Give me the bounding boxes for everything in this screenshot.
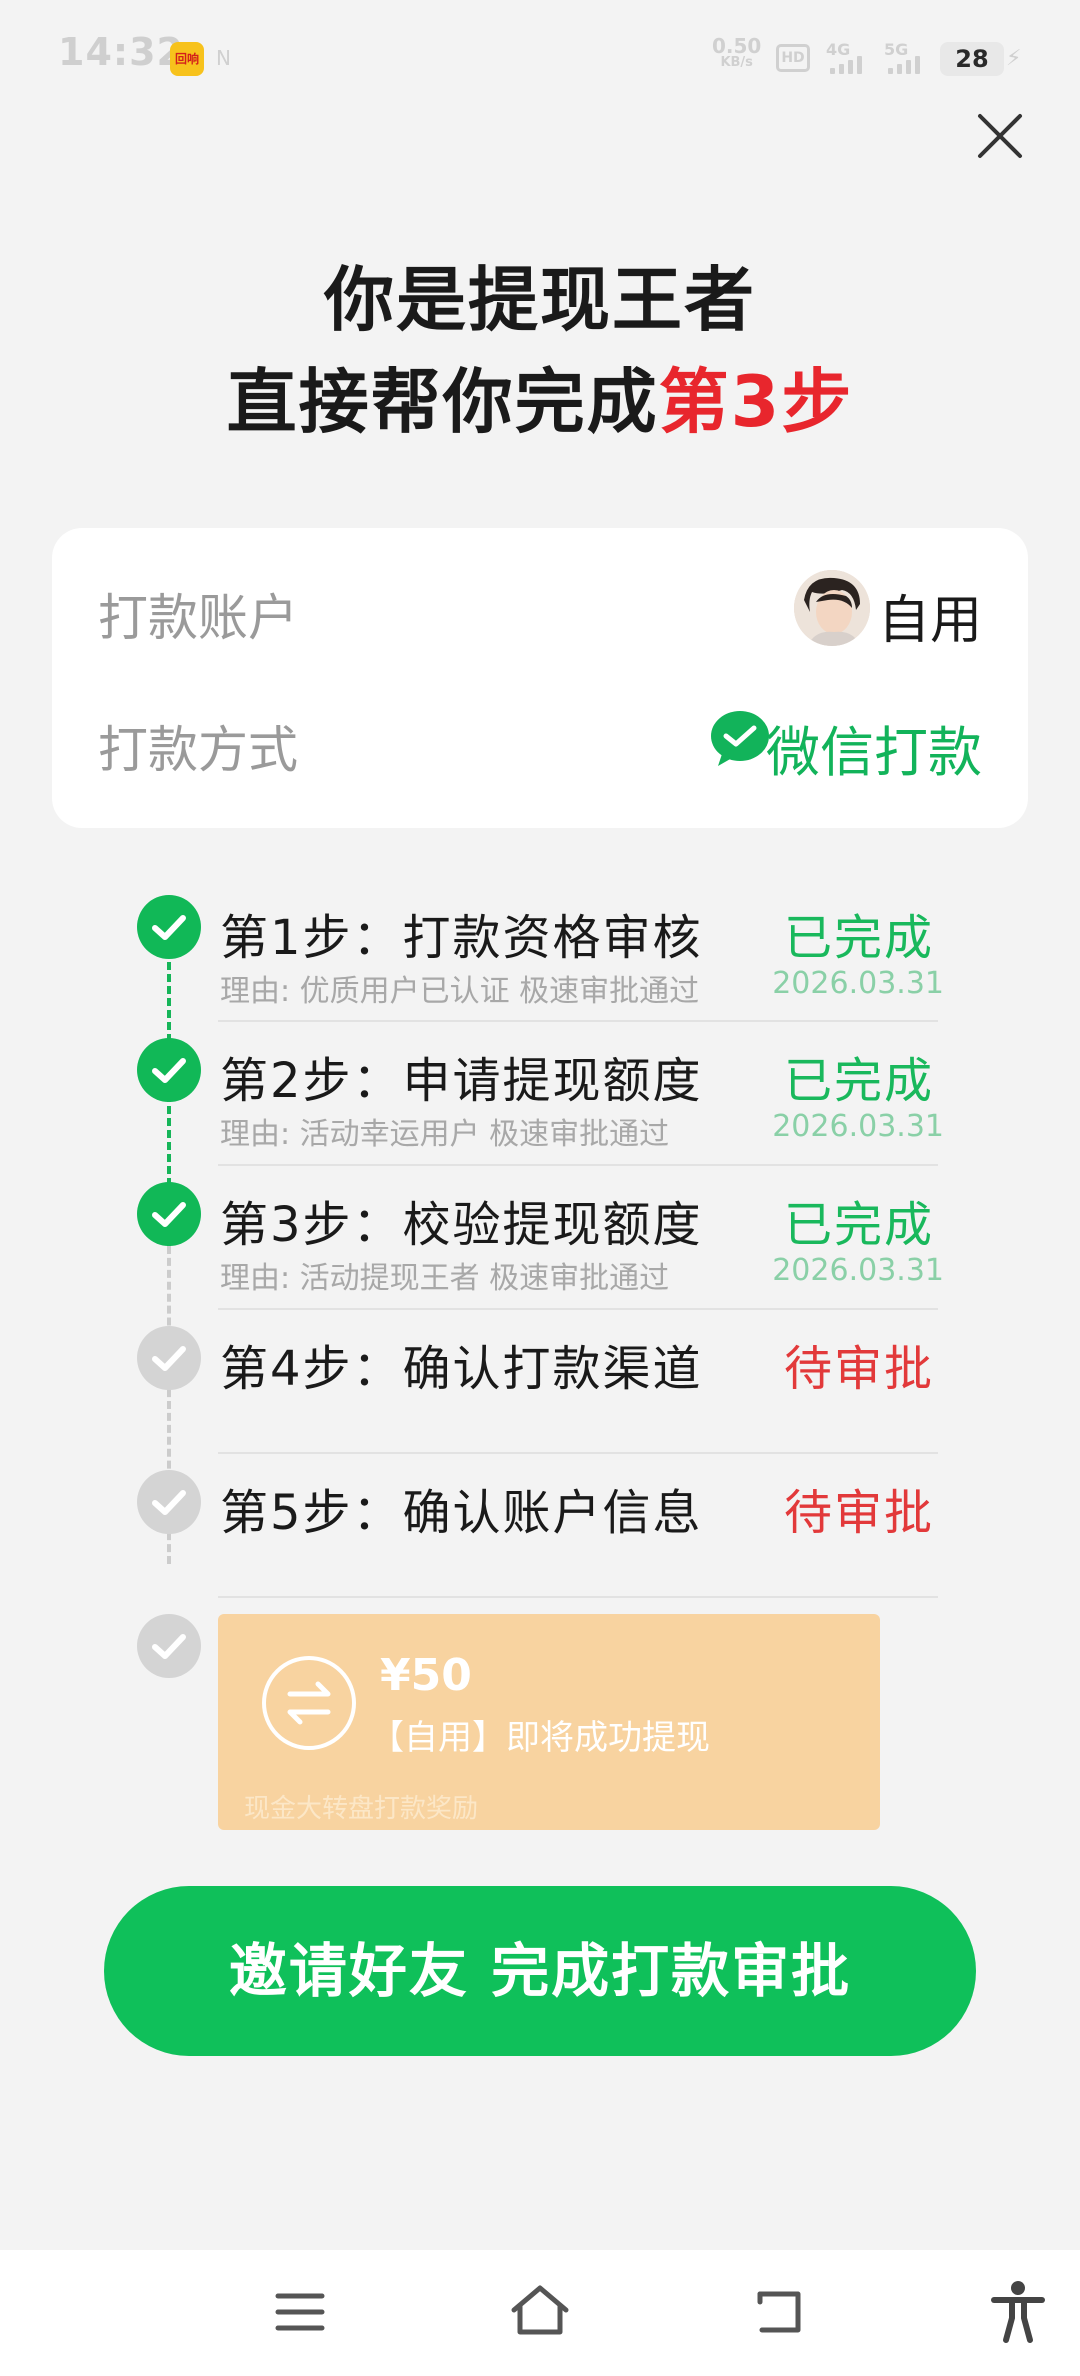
close-button[interactable] — [972, 108, 1028, 164]
status-time: 14:32 — [58, 30, 184, 74]
step-divider — [218, 1596, 938, 1598]
step-2-reason: 理由: 活动幸运用户 极速审批通过 — [220, 1117, 670, 1152]
payment-method-value: 微信打款 — [766, 721, 982, 784]
reward-text: 【自用】即将成功提现 — [370, 1718, 710, 1758]
page-title: 你是提现王者 — [324, 259, 756, 341]
step-3-date: 2026.03.31 — [772, 1253, 944, 1288]
subtitle-prefix: 直接帮你完成 — [226, 361, 659, 443]
back-button[interactable] — [740, 2272, 820, 2352]
step-1-title: 第1步：打款资格审核 — [220, 910, 703, 966]
back-icon — [757, 2291, 801, 2333]
exchange-icon — [262, 1656, 356, 1750]
step-2-title: 第2步：申请提现额度 — [220, 1053, 703, 1109]
system-nav-bar — [0, 2250, 1080, 2376]
step-final-check-icon — [137, 1614, 201, 1678]
accessibility-button[interactable] — [978, 2272, 1058, 2352]
step-4-title: 第4步：确认打款渠道 — [220, 1341, 703, 1397]
app-notification-icon: 回响 — [170, 42, 204, 76]
step-divider — [218, 1020, 938, 1022]
accessibility-icon — [991, 2281, 1045, 2343]
reward-amount: ¥50 — [380, 1650, 472, 1701]
invite-friends-button[interactable]: 邀请好友 完成打款审批 — [104, 1886, 976, 2056]
step-divider — [218, 1308, 938, 1310]
step-3-reason: 理由: 活动提现王者 极速审批通过 — [220, 1261, 670, 1296]
step-3-status: 已完成 — [783, 1197, 934, 1253]
account-label: 打款账户 — [98, 589, 298, 647]
close-icon — [978, 114, 1022, 158]
step-4-status: 待审批 — [783, 1341, 934, 1397]
step-2-status: 已完成 — [783, 1053, 934, 1109]
avatar — [794, 570, 870, 646]
menu-icon — [275, 2293, 325, 2331]
step-3-title: 第3步：校验提现额度 — [220, 1197, 703, 1253]
step-5-check-icon — [137, 1470, 201, 1534]
reward-card: ¥50 【自用】即将成功提现 现金大转盘打款奖励 — [218, 1614, 880, 1830]
hd-icon: HD — [776, 44, 810, 72]
net-speed-unit: KB/s — [720, 55, 753, 70]
payment-info-card: 打款账户 自用 打款方式 微信打款 — [52, 528, 1028, 828]
step-4-check-icon — [137, 1326, 201, 1390]
home-icon — [511, 2285, 569, 2335]
step-5-title: 第5步：确认账户信息 — [220, 1485, 703, 1541]
step-divider — [218, 1452, 938, 1454]
wechat-icon — [708, 706, 772, 770]
step-5-status: 待审批 — [783, 1485, 934, 1541]
signal-4g-icon — [830, 56, 862, 74]
status-bar: 14:32 回响 N 0.50 KB/s HD 4G 5G 28 ⚡ — [0, 0, 1080, 110]
net-speed: 0.50 KB/s — [712, 36, 761, 70]
menu-button[interactable] — [260, 2272, 340, 2352]
reward-footnote: 现金大转盘打款奖励 — [244, 1794, 479, 1824]
home-button[interactable] — [500, 2272, 580, 2352]
step-2-check-icon — [137, 1038, 201, 1102]
net-speed-value: 0.50 — [712, 34, 762, 58]
step-1-status: 已完成 — [783, 910, 934, 966]
step-divider — [218, 1164, 938, 1166]
charging-icon: ⚡ — [1006, 46, 1022, 71]
step-2-date: 2026.03.31 — [772, 1109, 944, 1144]
step-3-check-icon — [137, 1182, 201, 1246]
page-subtitle: 直接帮你完成第3步 — [0, 346, 1080, 447]
signal-5g-icon — [888, 56, 920, 74]
method-label: 打款方式 — [98, 721, 298, 779]
account-name: 自用 — [877, 591, 982, 651]
step-1-reason: 理由: 优质用户已认证 极速审批通过 — [220, 974, 700, 1009]
step-1-date: 2026.03.31 — [772, 966, 944, 1001]
subtitle-highlight: 第3步 — [658, 361, 854, 443]
nfc-icon: N — [216, 46, 231, 70]
battery-indicator: 28 — [940, 42, 1004, 76]
step-1-check-icon — [137, 895, 201, 959]
